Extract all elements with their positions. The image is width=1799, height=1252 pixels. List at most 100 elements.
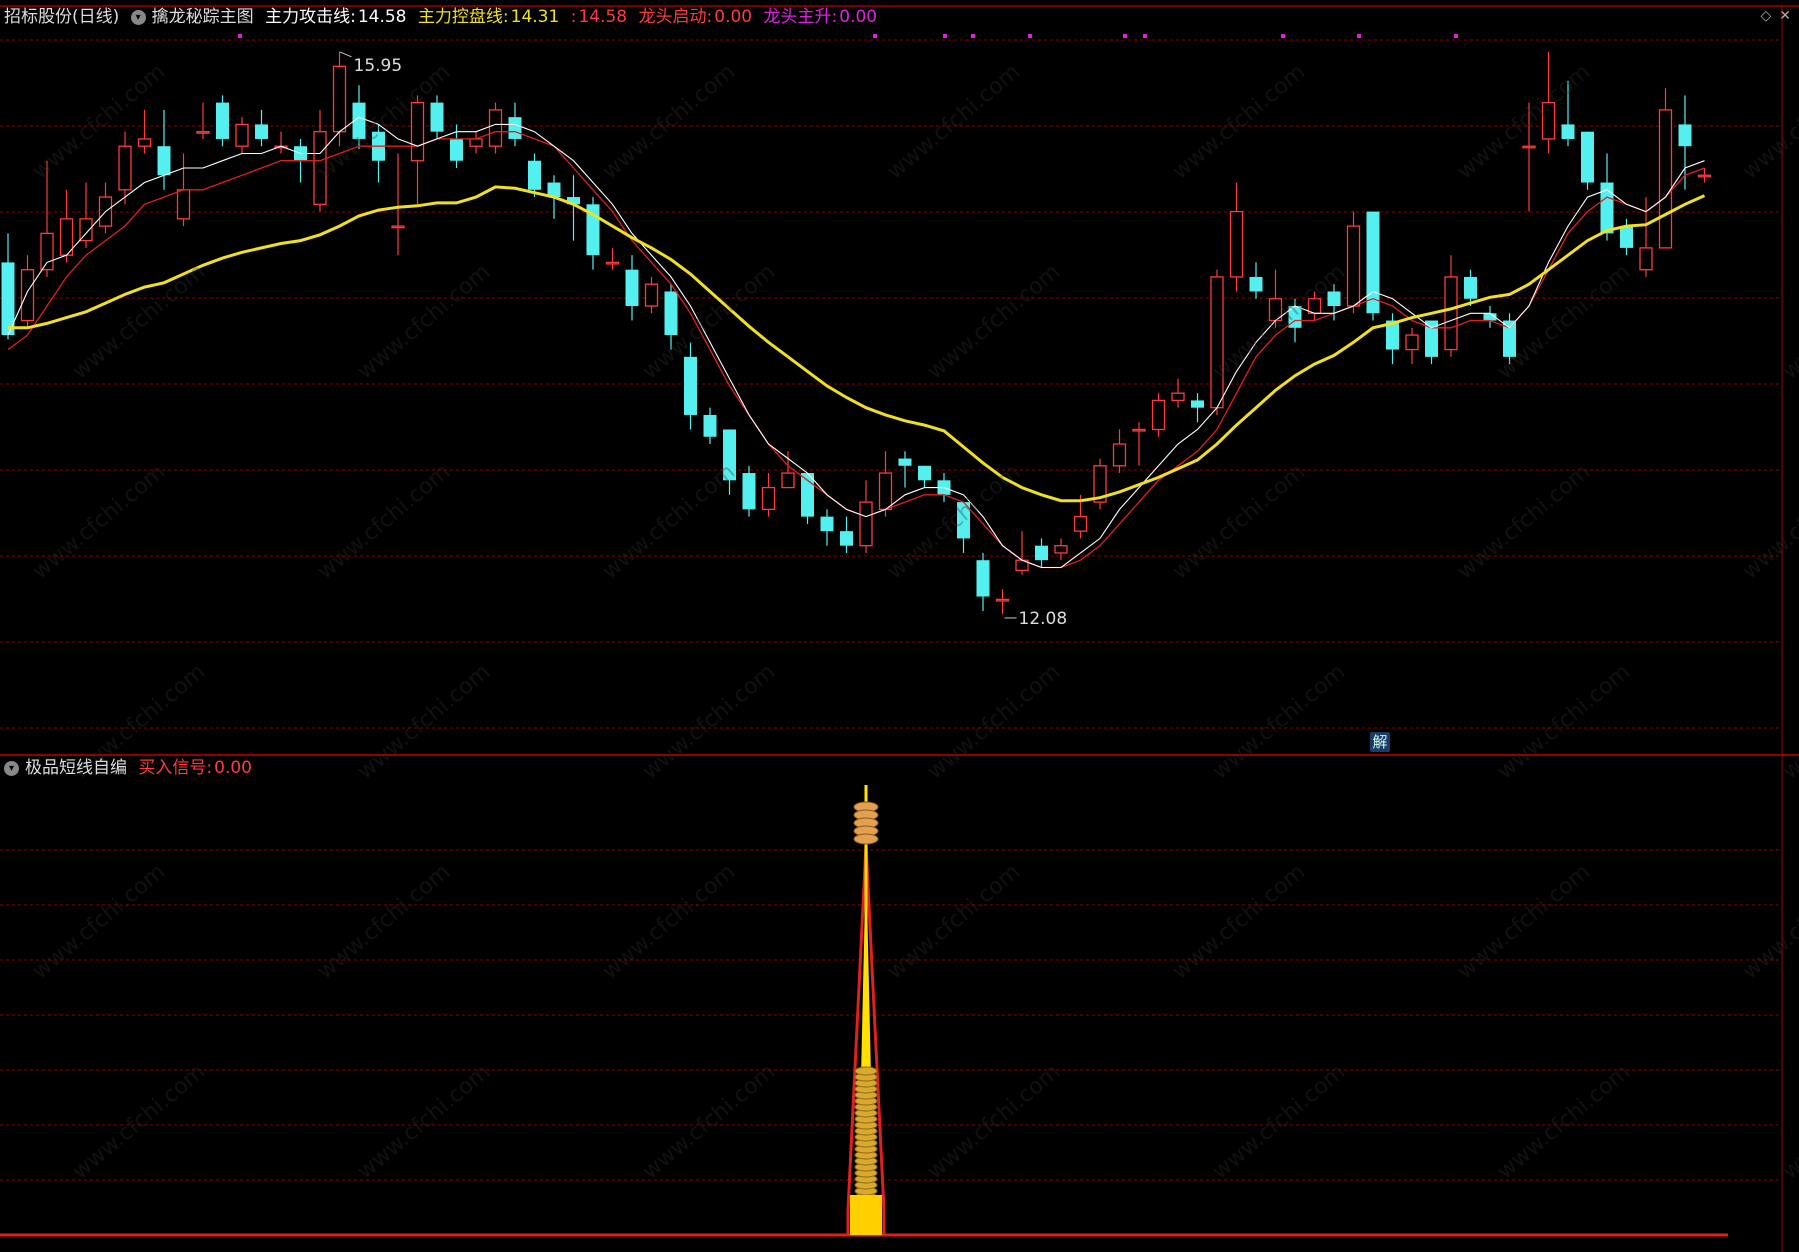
candle-body-down (216, 102, 229, 139)
candle (157, 109, 171, 190)
dragon-rise-label: 龙头主升: (763, 7, 838, 27)
red-line-value: 14.58 (578, 7, 628, 27)
candle-body-up (469, 138, 483, 147)
candle-body-up (1210, 276, 1224, 409)
candle (1581, 131, 1594, 190)
candle-body-down (976, 560, 990, 597)
candle (625, 255, 639, 321)
candle (488, 102, 503, 154)
high-marker-arrow (339, 51, 352, 58)
candle-body-up (196, 131, 210, 134)
candle (605, 247, 620, 270)
stock-name[interactable]: 招标股份 (4, 7, 72, 27)
candle-body-down (703, 414, 717, 437)
watermark: www.cfchi.com (28, 859, 170, 984)
candle-body-down (1191, 400, 1204, 408)
close-icon[interactable]: ✕ (1779, 8, 1791, 24)
buy-signal-base-block (850, 1195, 882, 1235)
candle (430, 95, 444, 139)
candle-body-down (898, 458, 912, 466)
candle (644, 276, 659, 314)
sub-chart-header: ▾ 极品短线自编 买入信号: 0.00 (4, 758, 258, 778)
watermark: www.cfchi.com (68, 259, 210, 384)
buy-signal-label: 买入信号: (138, 758, 213, 778)
candle-body-down (1620, 226, 1633, 248)
watermark: www.cfchi.com (598, 859, 740, 984)
candle (450, 124, 463, 168)
candle (1151, 393, 1166, 437)
watermark: www.cfchi.com (638, 1059, 780, 1184)
candle (1366, 211, 1380, 321)
sub-indicator-name[interactable]: 极品短线自编 (25, 758, 127, 778)
candle-body-down (1561, 124, 1575, 139)
sub-indicator-toggle-icon[interactable]: ▾ (4, 760, 19, 776)
unlock-badge[interactable]: 解 (1370, 732, 1390, 752)
window-controls: ◇ ✕ (1752, 8, 1791, 24)
candle (137, 109, 152, 154)
signal-dot (1028, 34, 1032, 38)
candle-body-up (332, 65, 347, 133)
candle-body-down (1464, 276, 1477, 299)
candle (1229, 182, 1244, 292)
candle-body-up (391, 225, 405, 229)
candle (1054, 538, 1068, 561)
watermark: www.cfchi.com (1778, 1059, 1799, 1184)
signal-dot (873, 34, 877, 38)
candle (1444, 255, 1458, 357)
chart-canvas[interactable]: 15.95 12.08 www.cfchi.com www.cfchi.com www.… (0, 0, 1799, 1252)
candle-body-down (742, 473, 756, 510)
diamond-icon[interactable]: ◇ (1760, 8, 1771, 24)
candle-body-up (1405, 334, 1419, 351)
candle-body-down (255, 124, 268, 139)
red-line-sep: : (570, 7, 577, 27)
candle-body-up (1444, 276, 1458, 351)
watermark: www.cfchi.com (1208, 1059, 1350, 1184)
candle-body-down (1678, 124, 1692, 147)
indicator-toggle-icon[interactable]: ▾ (130, 9, 146, 25)
watermark: www.cfchi.com (1453, 459, 1595, 584)
candle-body-up (761, 486, 776, 511)
watermark: www.cfchi.com (353, 259, 495, 384)
candle-body-up (995, 598, 1010, 602)
watermark: www.cfchi.com (638, 659, 780, 784)
dragon-rise-value: 0.00 (839, 7, 878, 27)
watermark: www.cfchi.com (1453, 859, 1595, 984)
candle-body-up (859, 501, 873, 547)
candle (59, 189, 74, 263)
candle-body-down (528, 160, 541, 190)
candle (1249, 262, 1263, 299)
watermark: www.cfchi.com (1168, 459, 1310, 584)
candle (586, 197, 600, 270)
candle (742, 465, 756, 517)
candle-body-down (1035, 545, 1048, 561)
candle-body-up (605, 261, 620, 265)
watermark: www.cfchi.com (1738, 859, 1799, 984)
candle (1210, 269, 1224, 415)
watermark: www.cfchi.com (1168, 59, 1310, 184)
signal-dot (1281, 34, 1285, 38)
candle-body-up (1054, 545, 1068, 554)
candle-body-down (157, 146, 171, 176)
high-price-label: 15.95 (354, 56, 403, 76)
watermark: www.cfchi.com (1168, 859, 1310, 984)
candle-body-up (40, 232, 54, 271)
candle-body-down (430, 102, 444, 132)
candle-body-down (1249, 276, 1263, 292)
watermark: www.cfchi.com (313, 459, 455, 584)
candle (1093, 458, 1107, 510)
candle (255, 109, 268, 147)
candle-body-up (878, 472, 893, 511)
candle (1191, 393, 1204, 423)
candle-body-down (684, 356, 697, 415)
candle-body-down (840, 531, 853, 546)
watermark: www.cfchi.com (1493, 659, 1635, 784)
candle-body-up (1151, 399, 1166, 431)
candle (918, 465, 931, 488)
candle (469, 131, 483, 154)
candle-body-down (625, 269, 639, 306)
candle (274, 131, 288, 154)
watermark: www.cfchi.com (68, 1059, 210, 1184)
candle (840, 516, 853, 553)
main-indicator-name[interactable]: 擒龙秘踪主图 (152, 7, 254, 27)
candle-body-up (1522, 145, 1536, 149)
